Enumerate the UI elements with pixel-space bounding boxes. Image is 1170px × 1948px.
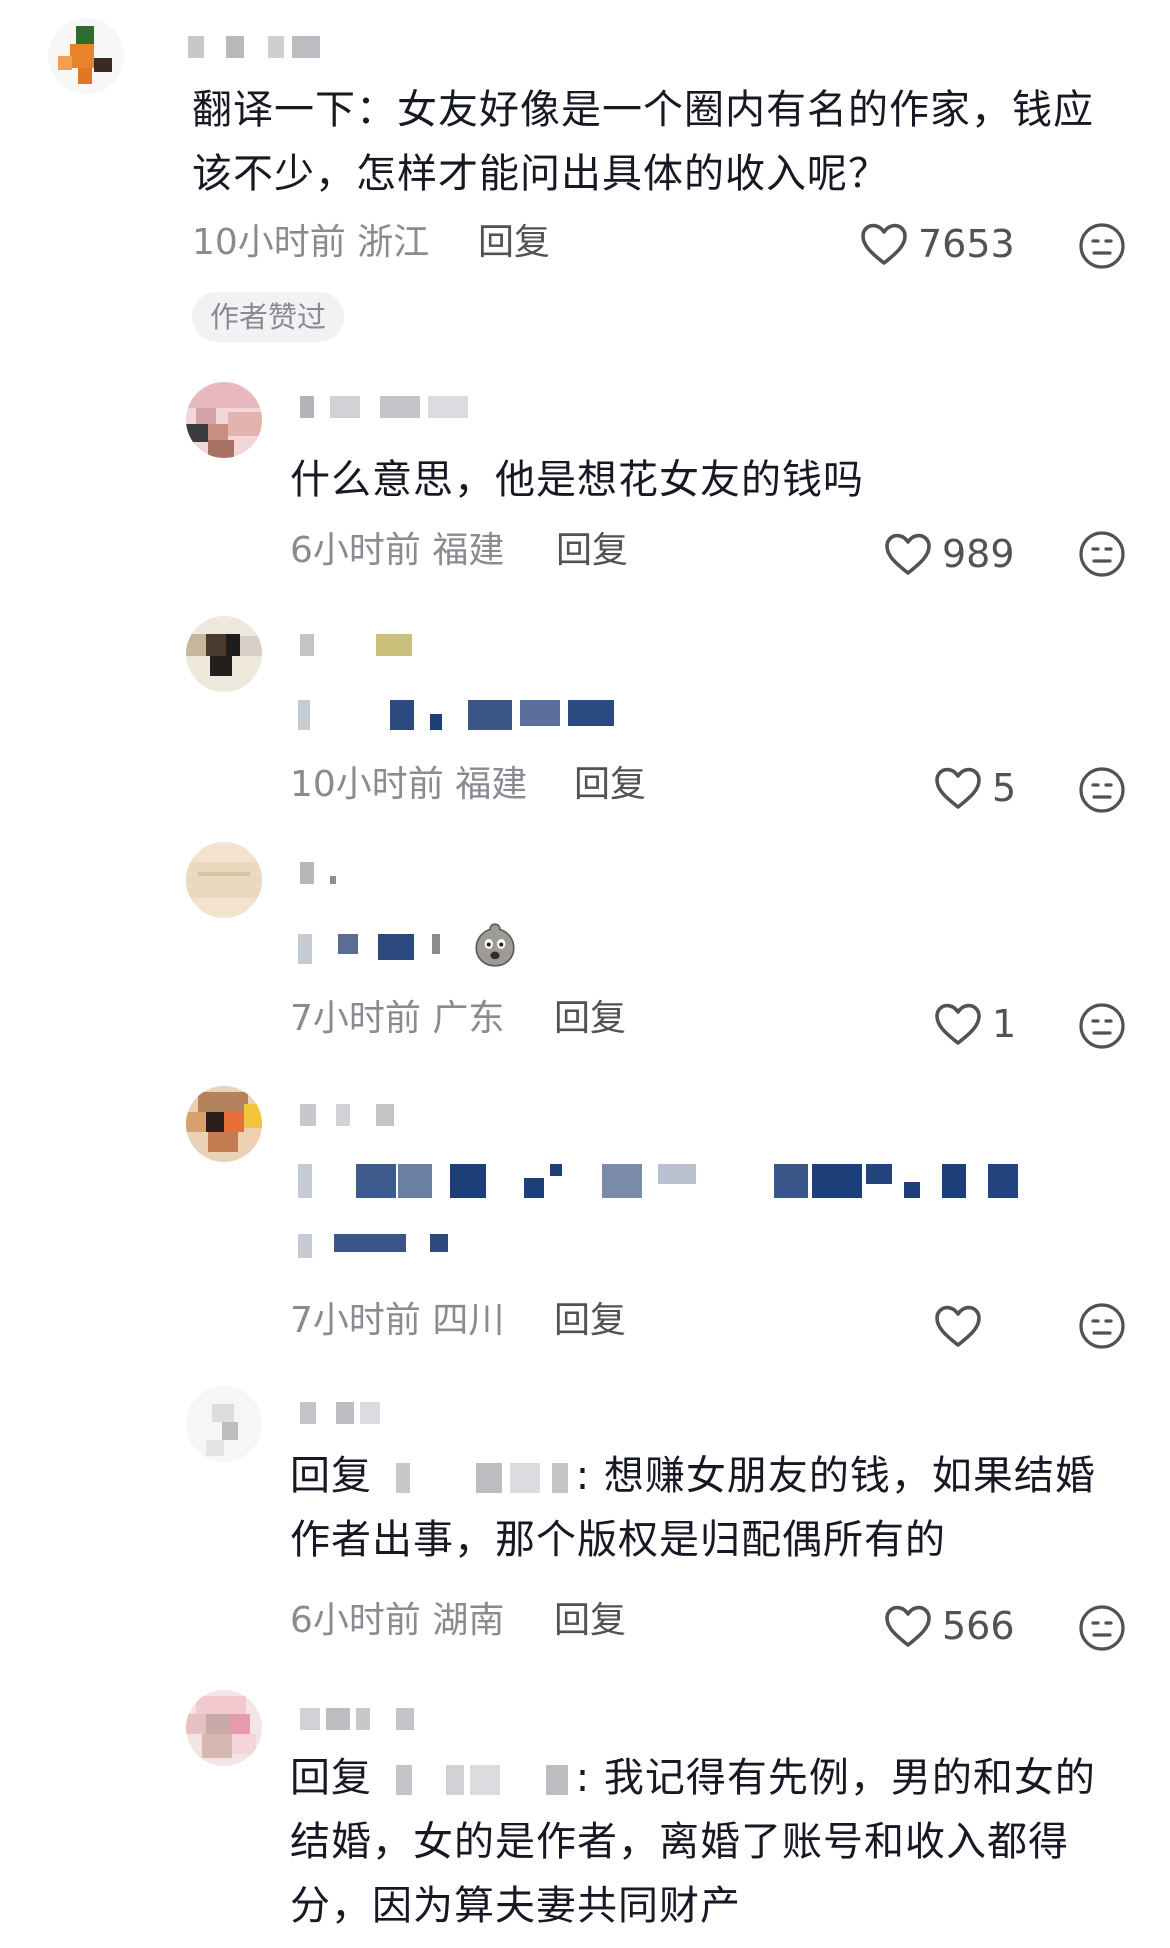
like-button[interactable]: 7653: [860, 216, 1015, 272]
like-count: 5: [992, 766, 1017, 810]
comment-meta: 10小时前 福建: [290, 764, 528, 805]
like-button[interactable]: 1: [934, 996, 1016, 1052]
comment-meta: 6小时前 福建: [290, 530, 505, 571]
heart-outline-icon: [885, 1605, 931, 1647]
comment-text-tail: : 我记得有先例，男的和女的: [575, 1755, 1096, 1801]
like-count: 7653: [918, 222, 1015, 266]
comment-text-blurred: [298, 1164, 1018, 1198]
avatar[interactable]: [48, 18, 124, 94]
like-button[interactable]: 989: [884, 526, 1015, 582]
like-count: 989: [942, 532, 1015, 576]
meh-face-icon[interactable]: [1078, 530, 1126, 578]
meh-face-icon[interactable]: [1078, 1302, 1126, 1350]
avatar[interactable]: [186, 1386, 262, 1462]
comment-text-line: 结婚，女的是作者，离婚了账号和收入都得: [290, 1819, 1069, 1865]
comment-text: 回复 : 我记得有先例，男的和女的 结婚，女的是作者，离婚了账号和收入都得 分，…: [290, 1746, 1150, 1938]
avatar[interactable]: [186, 382, 262, 458]
heart-outline-icon: [935, 1003, 981, 1045]
reply-button[interactable]: 回复: [574, 760, 646, 810]
avatar[interactable]: [186, 616, 262, 692]
like-button[interactable]: [934, 1298, 992, 1354]
username-blurred[interactable]: [300, 862, 360, 884]
mentioned-user-blurred[interactable]: [386, 1463, 576, 1493]
meh-face-icon[interactable]: [1078, 1604, 1126, 1652]
comment-text-tail: : 想赚女朋友的钱，如果结婚: [575, 1453, 1096, 1499]
reply-button[interactable]: 回复: [554, 994, 626, 1044]
heart-outline-icon: [885, 533, 931, 575]
comment-text: 回复 : 想赚女朋友的钱，如果结婚 作者出事，那个版权是归配偶所有的: [290, 1444, 1150, 1572]
reply-prefix: 回复: [290, 1453, 372, 1499]
comment-meta: 7小时前 广东: [290, 998, 505, 1039]
heart-outline-icon: [861, 223, 907, 265]
comment-meta: 6小时前 湖南: [290, 1600, 505, 1641]
comment-meta: 10小时前 浙江: [192, 222, 430, 263]
reply-button[interactable]: 回复: [478, 218, 550, 268]
comment-text-blurred: [298, 700, 628, 730]
comment-text: 翻译一下：女友好像是一个圈内有名的作家，钱应 该不少，怎样才能问出具体的收入呢？: [192, 87, 1094, 197]
comment-text-line: 分，因为算夫妻共同财产: [290, 1883, 741, 1929]
heart-outline-icon: [935, 1305, 981, 1347]
like-count: 566: [942, 1604, 1015, 1648]
reply-button[interactable]: 回复: [554, 1296, 626, 1346]
username-blurred[interactable]: [300, 1402, 440, 1424]
meh-face-icon[interactable]: [1078, 766, 1126, 814]
username-blurred[interactable]: [188, 36, 328, 58]
username-blurred[interactable]: [300, 396, 500, 418]
comment-text-blurred: [298, 934, 458, 964]
shocked-face-emoji: [475, 923, 515, 967]
comment-text-blurred: [298, 1234, 458, 1258]
comment-text-line: 作者出事，那个版权是归配偶所有的: [290, 1517, 946, 1563]
like-button[interactable]: 566: [884, 1598, 1015, 1654]
reply-button[interactable]: 回复: [554, 1596, 626, 1646]
meh-face-icon[interactable]: [1078, 1002, 1126, 1050]
like-count: 1: [992, 1002, 1017, 1046]
meh-face-icon[interactable]: [1078, 222, 1126, 270]
avatar[interactable]: [186, 842, 262, 918]
avatar[interactable]: [186, 1086, 262, 1162]
avatar[interactable]: [186, 1690, 262, 1766]
reply-prefix: 回复: [290, 1755, 372, 1801]
comment-meta: 7小时前 四川: [290, 1300, 505, 1341]
comment-text: 什么意思，他是想花女友的钱吗: [290, 457, 864, 503]
like-button[interactable]: 5: [934, 760, 1016, 816]
author-liked-badge: 作者赞过: [192, 292, 345, 342]
reply-button[interactable]: 回复: [556, 526, 628, 576]
mentioned-user-blurred[interactable]: [386, 1765, 576, 1795]
username-blurred[interactable]: [300, 634, 440, 656]
heart-outline-icon: [935, 767, 981, 809]
username-blurred[interactable]: [300, 1104, 420, 1126]
username-blurred[interactable]: [300, 1708, 420, 1730]
